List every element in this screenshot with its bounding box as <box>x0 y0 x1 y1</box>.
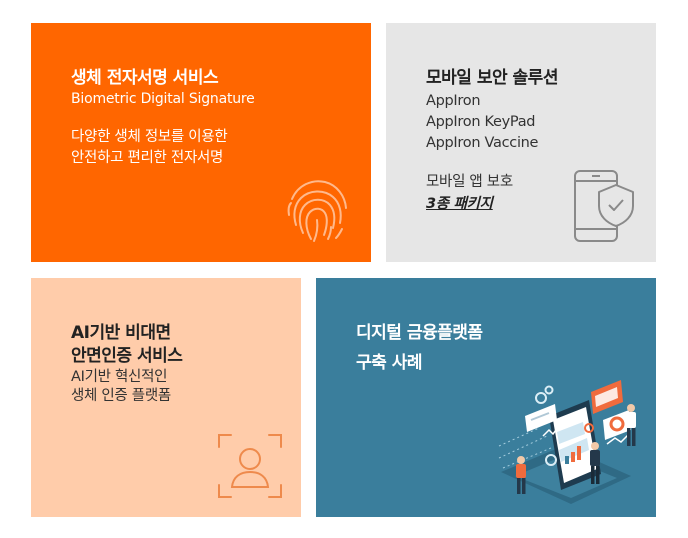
card-title: 모바일 보안 솔루션 <box>426 68 558 88</box>
card-desc-line-1: AI기반 혁신적인 <box>71 369 168 385</box>
card-title-line-2: 구축 사례 <box>356 353 422 373</box>
mobile-security-card[interactable]: 모바일 보안 솔루션 AppIron AppIron KeyPad AppIro… <box>386 23 656 262</box>
card-title-line-1: 디지털 금융플랫폼 <box>356 323 483 343</box>
face-scan-icon <box>218 434 282 498</box>
biometric-signature-card[interactable]: 생체 전자서명 서비스 Biometric Digital Signature … <box>31 23 371 262</box>
mobile-shield-icon <box>574 170 634 242</box>
card-note: 모바일 앱 보호 <box>426 174 513 190</box>
card-title-line-2: 안면인증 서비스 <box>71 346 183 366</box>
card-title-line-1: AI기반 비대면 <box>71 323 171 343</box>
product-item: AppIron <box>426 93 481 109</box>
card-subtitle: Biometric Digital Signature <box>71 91 255 107</box>
package-link[interactable]: 3종 패키지 <box>426 194 493 215</box>
card-title: 생체 전자서명 서비스 <box>71 68 219 88</box>
digital-finance-platform-card[interactable]: 디지털 금융플랫폼 구축 사례 <box>316 278 656 517</box>
product-item: AppIron KeyPad <box>426 114 536 130</box>
ai-face-auth-card[interactable]: AI기반 비대면 안면인증 서비스 AI기반 혁신적인 생체 인증 플랫폼 <box>31 278 301 517</box>
fingerprint-icon <box>287 180 347 242</box>
card-desc-line-2: 안전하고 편리한 전자서명 <box>71 150 224 166</box>
card-desc-line-1: 다양한 생체 정보를 이용한 <box>71 129 228 145</box>
card-desc-line-2: 생체 인증 플랫폼 <box>71 388 171 404</box>
digital-platform-illustration <box>498 380 636 504</box>
product-item: AppIron Vaccine <box>426 135 539 151</box>
